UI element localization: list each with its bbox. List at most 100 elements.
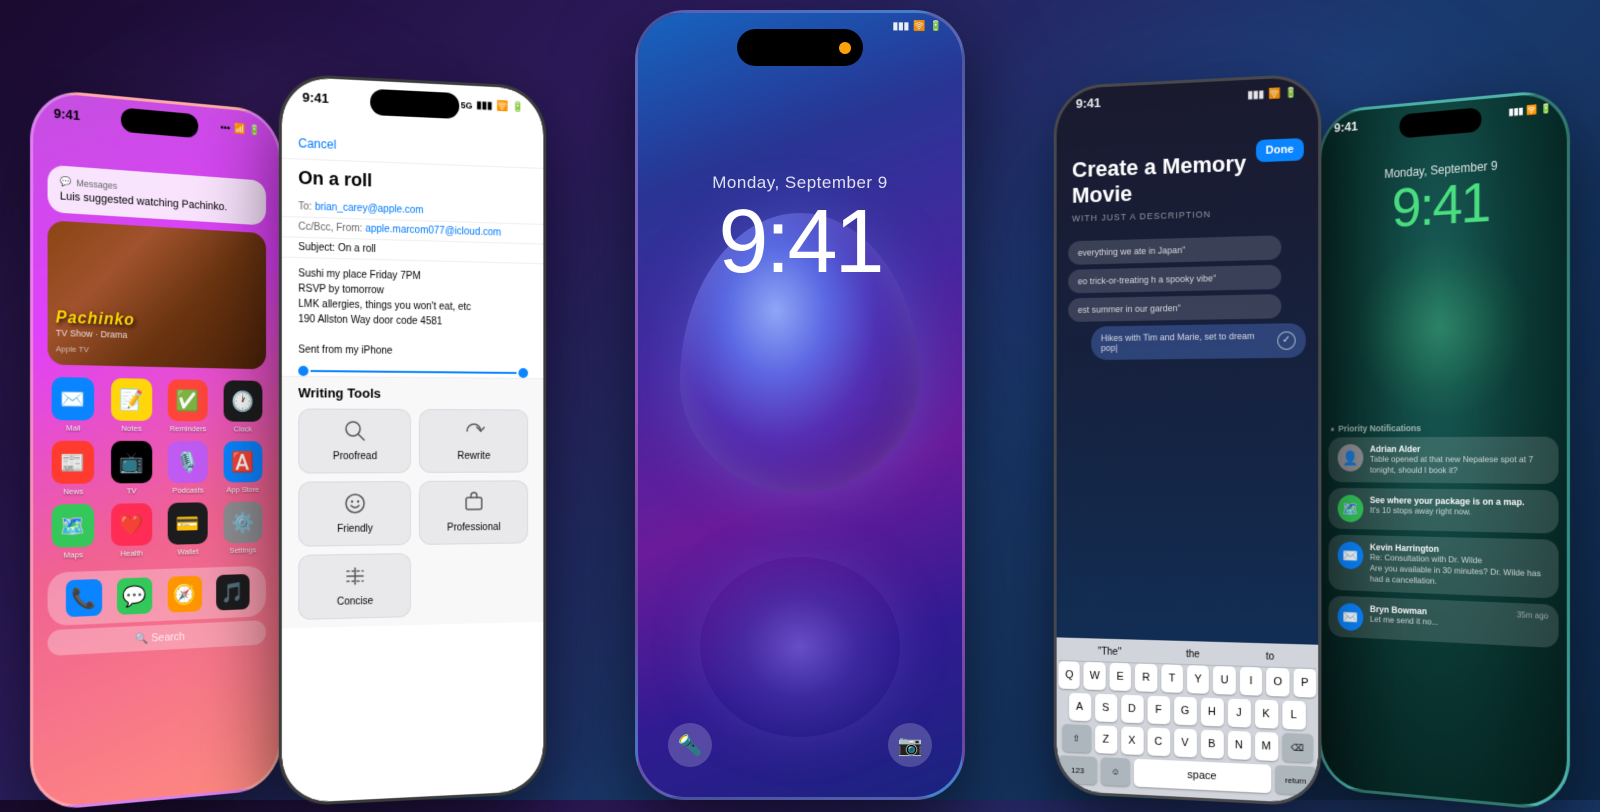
phone-1-time: 9:41 xyxy=(54,105,80,123)
key-w[interactable]: W xyxy=(1084,662,1106,690)
key-m[interactable]: M xyxy=(1254,732,1277,761)
key-k[interactable]: K xyxy=(1254,700,1277,729)
chat-confirm-button[interactable]: ✓ xyxy=(1277,331,1295,350)
key-u[interactable]: U xyxy=(1213,666,1235,695)
key-f[interactable]: F xyxy=(1147,696,1170,725)
notif-item-4[interactable]: ✉️ Bryn Bowman Let me send it no... 35m … xyxy=(1328,596,1558,649)
concise-tool[interactable]: Concise xyxy=(298,553,411,620)
key-t[interactable]: T xyxy=(1161,664,1183,693)
pachinko-info: Pachinko TV Show · Drama Apple TV xyxy=(56,309,135,358)
key-return[interactable]: return xyxy=(1275,765,1316,795)
key-n[interactable]: N xyxy=(1227,731,1250,760)
key-v[interactable]: V xyxy=(1174,729,1197,758)
battery-icon: 🔋 xyxy=(512,102,524,113)
predictive-word-2[interactable]: the xyxy=(1186,649,1200,660)
done-button[interactable]: Done xyxy=(1256,138,1304,162)
app-appstore[interactable]: 🅰️ App Store xyxy=(219,441,266,494)
key-delete[interactable]: ⌫ xyxy=(1282,733,1313,763)
app-podcasts[interactable]: 🎙️ Podcasts xyxy=(164,441,212,495)
phone-4-screen: 9:41 ▮▮▮ 🛜 🔋 Done Create a Memory Movie … xyxy=(1057,76,1319,803)
key-o[interactable]: O xyxy=(1266,668,1289,697)
key-a[interactable]: A xyxy=(1069,693,1091,721)
search-placeholder: Search xyxy=(151,631,185,645)
phone-5-time: 9:41 xyxy=(1334,118,1358,135)
dock-safari-icon[interactable]: 🧭 xyxy=(167,576,201,613)
key-emoji[interactable]: ☺ xyxy=(1101,757,1130,786)
key-s[interactable]: S xyxy=(1095,694,1117,723)
email-from-address[interactable]: apple.marcom077@icloud.com xyxy=(365,223,501,238)
key-q[interactable]: Q xyxy=(1059,661,1080,689)
friendly-tool[interactable]: Friendly xyxy=(298,481,411,547)
phone-1: 9:41 ▪▪▪ 📶 🔋 💬 Messages Luis suggested w… xyxy=(30,88,281,812)
app-clock[interactable]: 🕐 Clock xyxy=(219,380,266,433)
predictive-word-1[interactable]: "The" xyxy=(1098,646,1122,658)
key-c[interactable]: C xyxy=(1147,727,1170,756)
app-reminders[interactable]: ✅ Reminders xyxy=(164,379,212,433)
flashlight-button[interactable]: 🔦 xyxy=(668,723,712,767)
phone-5-dynamic-island xyxy=(1399,107,1481,138)
wallet-label: Wallet xyxy=(178,547,199,557)
app-tv[interactable]: 📺 TV xyxy=(107,441,157,496)
battery-icon: 🔋 xyxy=(249,125,260,137)
camera-button[interactable]: 📷 xyxy=(888,723,932,767)
key-h[interactable]: H xyxy=(1200,698,1223,727)
battery-icon: 🔋 xyxy=(1285,88,1298,100)
settings-icon: ⚙️ xyxy=(223,502,262,544)
rewrite-label: Rewrite xyxy=(457,451,490,462)
dock-phone-icon[interactable]: 📞 xyxy=(66,579,102,617)
signal-icon: ▮▮▮ xyxy=(1248,89,1265,101)
key-z[interactable]: Z xyxy=(1095,725,1117,754)
key-numbers[interactable]: 123 xyxy=(1059,755,1097,784)
settings-label: Settings xyxy=(229,545,256,555)
email-body-signature: Sent from my iPhone xyxy=(298,342,528,360)
key-i[interactable]: I xyxy=(1240,667,1263,696)
email-body[interactable]: Sushi my place Friday 7PM RSVP by tomorr… xyxy=(282,258,544,369)
dock-music-icon[interactable]: 🎵 xyxy=(216,574,249,611)
app-notes[interactable]: 📝 Notes xyxy=(107,378,157,433)
app-wallet[interactable]: 💳 Wallet xyxy=(164,502,212,557)
app-mail[interactable]: ✉️ Mail xyxy=(48,377,99,433)
rewrite-tool[interactable]: Rewrite xyxy=(419,409,528,473)
key-x[interactable]: X xyxy=(1121,726,1143,755)
priority-label: Priority Notifications xyxy=(1338,423,1421,433)
key-d[interactable]: D xyxy=(1121,695,1143,724)
app-news[interactable]: 📰 News xyxy=(48,441,99,497)
notif-4-time: 35m ago xyxy=(1517,610,1549,621)
concise-label: Concise xyxy=(337,596,373,608)
notif-item-1[interactable]: 👤 Adrian Alder Table opened at that new … xyxy=(1328,437,1558,485)
app-maps[interactable]: 🗺️ Maps xyxy=(48,504,99,560)
key-r[interactable]: R xyxy=(1135,663,1157,692)
key-shift[interactable]: ⇧ xyxy=(1062,724,1091,753)
pachinko-source: Apple TV xyxy=(56,344,89,354)
key-e[interactable]: E xyxy=(1109,663,1131,691)
professional-tool[interactable]: Professional xyxy=(419,480,528,545)
key-y[interactable]: Y xyxy=(1187,665,1209,694)
predictive-word-3[interactable]: to xyxy=(1266,651,1274,662)
clock-label: Clock xyxy=(234,425,252,434)
news-label: News xyxy=(63,487,83,496)
notif-item-2[interactable]: 🗺️ See where your package is on a map. I… xyxy=(1328,488,1558,534)
dock-messages-icon[interactable]: 💬 xyxy=(117,577,152,615)
phone-5-status-icons: ▮▮▮ 🛜 🔋 xyxy=(1509,103,1553,118)
notif-4-content: Bryn Bowman Let me send it no... xyxy=(1370,604,1510,631)
podcasts-label: Podcasts xyxy=(172,486,203,495)
key-g[interactable]: G xyxy=(1174,697,1197,726)
cancel-button[interactable]: Cancel xyxy=(298,136,336,152)
email-to-address[interactable]: brian_carey@apple.com xyxy=(315,202,424,217)
key-l[interactable]: L xyxy=(1282,700,1305,729)
pachinko-title: Pachinko xyxy=(56,309,135,329)
notif-item-3[interactable]: ✉️ Kevin Harrington Re: Consultation wit… xyxy=(1328,534,1558,598)
search-bar[interactable]: 🔍 Search xyxy=(48,620,266,656)
phone-1-screen: 9:41 ▪▪▪ 📶 🔋 💬 Messages Luis suggested w… xyxy=(33,91,279,809)
app-health[interactable]: ❤️ Health xyxy=(107,503,157,558)
notif-1-sender: Adrian Alder xyxy=(1370,444,1548,454)
app-settings[interactable]: ⚙️ Settings xyxy=(219,501,266,555)
key-p[interactable]: P xyxy=(1293,668,1316,697)
key-b[interactable]: B xyxy=(1200,730,1223,759)
key-space[interactable]: space xyxy=(1134,759,1271,794)
priority-section-header: ● Priority Notifications xyxy=(1321,422,1567,437)
appstore-icon: 🅰️ xyxy=(223,441,262,482)
notif-1-text: Table opened at that new Nepalese spot a… xyxy=(1370,454,1548,477)
proofread-tool[interactable]: Proofread xyxy=(298,408,411,473)
key-j[interactable]: J xyxy=(1227,699,1250,728)
